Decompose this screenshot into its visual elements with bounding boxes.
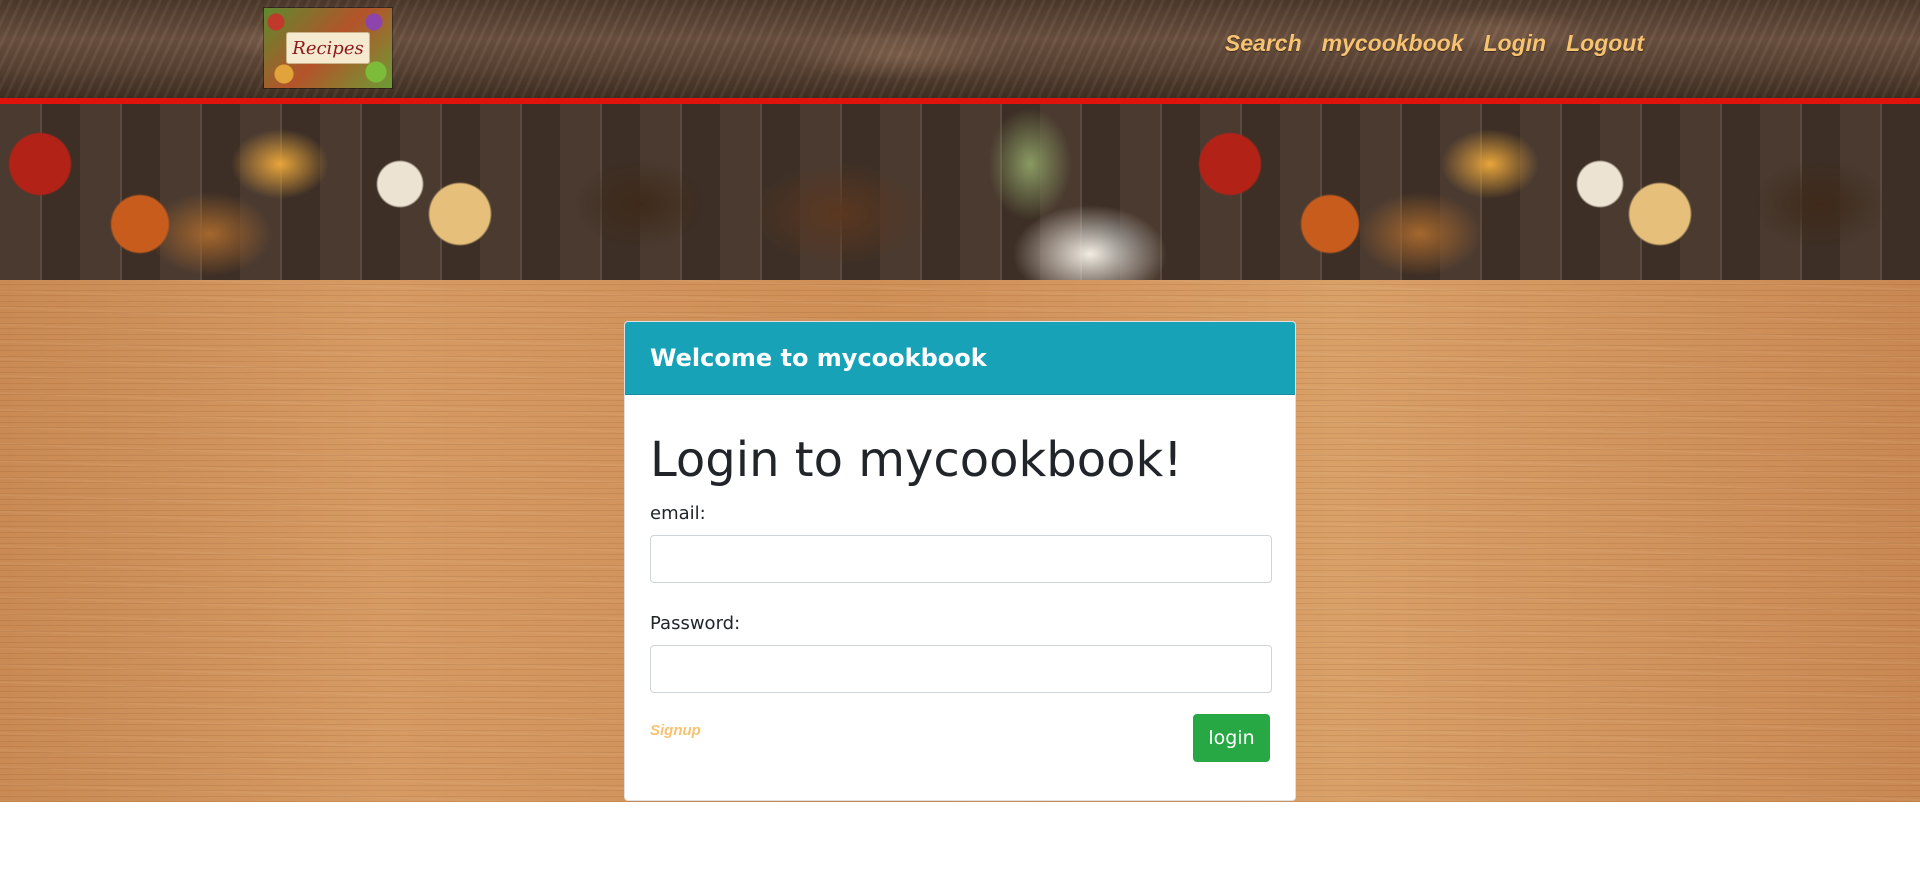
spice-banner-image	[0, 104, 1920, 280]
card-header-title: Welcome to mycookbook	[650, 344, 987, 372]
login-card: Welcome to mycookbook Login to mycookboo…	[624, 321, 1296, 801]
card-body: Login to mycookbook! email: Password:	[625, 431, 1295, 693]
nav-link-mycookbook[interactable]: mycookbook	[1322, 30, 1464, 57]
page-title: Login to mycookbook!	[650, 432, 1183, 488]
top-navbar: Recipes Search mycookbook Login Logout	[0, 0, 1920, 104]
nav-link-logout[interactable]: Logout	[1566, 30, 1644, 57]
email-label: email:	[650, 503, 706, 524]
login-button[interactable]: login	[1193, 714, 1270, 762]
card-header: Welcome to mycookbook	[625, 322, 1295, 395]
recipes-logo[interactable]: Recipes	[264, 8, 392, 88]
password-field[interactable]	[650, 645, 1272, 693]
nav-link-search[interactable]: Search	[1225, 30, 1302, 57]
nav-links: Search mycookbook Login Logout	[1225, 30, 1644, 57]
signup-link[interactable]: Signup	[650, 722, 701, 739]
password-label: Password:	[650, 613, 741, 634]
logo-text: Recipes	[292, 37, 364, 59]
nav-link-login[interactable]: Login	[1484, 30, 1547, 57]
email-field[interactable]	[650, 535, 1272, 583]
logo-scroll: Recipes	[286, 32, 370, 64]
